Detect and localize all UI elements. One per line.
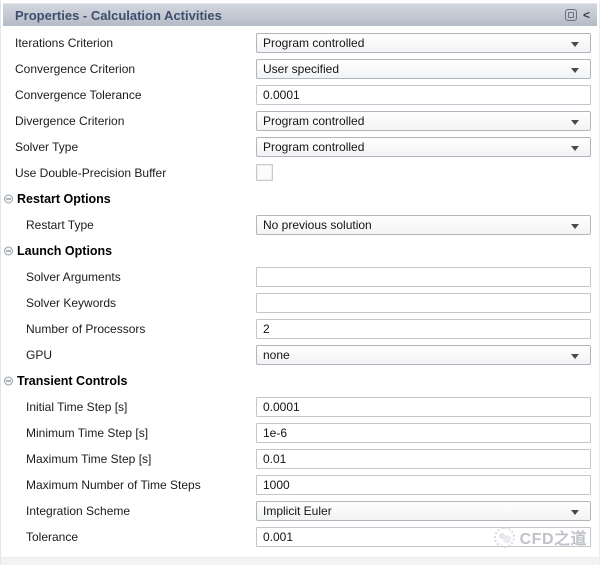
- dropdown-value: User specified: [263, 62, 339, 76]
- dropdown-value: Program controlled: [263, 114, 364, 128]
- property-label: Minimum Time Step [s]: [26, 426, 148, 440]
- properties-panel: Properties - Calculation Activities < It…: [0, 0, 600, 565]
- input-value: 1000: [263, 478, 290, 492]
- tolerance-input[interactable]: 0.001: [256, 527, 591, 547]
- property-row-initial-time-step-s: Initial Time Step [s] 0.0001: [1, 394, 599, 420]
- property-label: Tolerance: [26, 530, 78, 544]
- chevron-down-icon: [571, 146, 579, 151]
- dropdown-value: Program controlled: [263, 140, 364, 154]
- number-of-processors-input[interactable]: 2: [256, 319, 591, 339]
- dropdown-value: Program controlled: [263, 36, 364, 50]
- panel-titlebar: Properties - Calculation Activities <: [3, 3, 597, 26]
- property-row-convergence-criterion: Convergence Criterion User specified: [1, 56, 599, 82]
- property-label: Integration Scheme: [26, 504, 130, 518]
- section-header-transient-controls: Transient Controls: [1, 368, 599, 394]
- section-header-restart-options: Restart Options: [1, 186, 599, 212]
- divergence-criterion-dropdown[interactable]: Program controlled: [256, 111, 591, 131]
- property-row-restart-type: Restart Type No previous solution: [1, 212, 599, 238]
- convergence-tolerance-input[interactable]: 0.0001: [256, 85, 591, 105]
- gpu-dropdown[interactable]: none: [256, 345, 591, 365]
- section-title: Launch Options: [17, 244, 112, 258]
- property-row-minimum-time-step-s: Minimum Time Step [s] 1e-6: [1, 420, 599, 446]
- maximum-time-step-s-input[interactable]: 0.01: [256, 449, 591, 469]
- collapse-section-icon[interactable]: [4, 195, 13, 204]
- minimum-time-step-s-input[interactable]: 1e-6: [256, 423, 591, 443]
- titlebar-icons: <: [565, 9, 597, 21]
- collapse-section-icon[interactable]: [4, 377, 13, 386]
- solver-type-dropdown[interactable]: Program controlled: [256, 137, 591, 157]
- use-double-precision-buffer-checkbox[interactable]: [256, 164, 273, 181]
- property-row-convergence-tolerance: Convergence Tolerance 0.0001: [1, 82, 599, 108]
- restart-type-dropdown[interactable]: No previous solution: [256, 215, 591, 235]
- section-title: Transient Controls: [17, 374, 127, 388]
- panel-title: Properties - Calculation Activities: [3, 8, 222, 23]
- input-value: 0.01: [263, 452, 286, 466]
- chevron-down-icon: [571, 120, 579, 125]
- section-title: Restart Options: [17, 192, 111, 206]
- property-label: Solver Arguments: [26, 270, 121, 284]
- property-row-solver-keywords: Solver Keywords: [1, 290, 599, 316]
- property-row-integration-scheme: Integration Scheme Implicit Euler: [1, 498, 599, 524]
- property-label: Maximum Number of Time Steps: [26, 478, 201, 492]
- property-label: Restart Type: [26, 218, 94, 232]
- integration-scheme-dropdown[interactable]: Implicit Euler: [256, 501, 591, 521]
- collapse-panel-icon[interactable]: <: [583, 9, 590, 21]
- chevron-down-icon: [571, 68, 579, 73]
- dropdown-value: none: [263, 348, 290, 362]
- property-label: Initial Time Step [s]: [26, 400, 127, 414]
- property-label: Number of Processors: [26, 322, 145, 336]
- chevron-down-icon: [571, 42, 579, 47]
- convergence-criterion-dropdown[interactable]: User specified: [256, 59, 591, 79]
- chevron-down-icon: [571, 354, 579, 359]
- rows: Iterations Criterion Program controlled Co…: [1, 30, 599, 550]
- dropdown-value: No previous solution: [263, 218, 372, 232]
- input-value: 0.0001: [263, 400, 300, 414]
- input-value: 2: [263, 322, 270, 336]
- property-label: Divergence Criterion: [15, 114, 124, 128]
- solver-arguments-input[interactable]: [256, 267, 591, 287]
- iterations-criterion-dropdown[interactable]: Program controlled: [256, 33, 591, 53]
- property-label: Solver Type: [15, 140, 78, 154]
- dropdown-value: Implicit Euler: [263, 504, 332, 518]
- panel-bottom-edge: [1, 557, 599, 565]
- solver-keywords-input[interactable]: [256, 293, 591, 313]
- property-label: Convergence Criterion: [15, 62, 135, 76]
- chevron-down-icon: [571, 224, 579, 229]
- property-row-iterations-criterion: Iterations Criterion Program controlled: [1, 30, 599, 56]
- panel-options-icon[interactable]: [565, 9, 577, 21]
- property-row-divergence-criterion: Divergence Criterion Program controlled: [1, 108, 599, 134]
- property-row-solver-arguments: Solver Arguments: [1, 264, 599, 290]
- chevron-down-icon: [571, 510, 579, 515]
- input-value: 1e-6: [263, 426, 287, 440]
- property-row-solver-type: Solver Type Program controlled: [1, 134, 599, 160]
- property-row-maximum-number-of-time-steps: Maximum Number of Time Steps 1000: [1, 472, 599, 498]
- property-label: Use Double-Precision Buffer: [15, 166, 166, 180]
- property-label: Convergence Tolerance: [15, 88, 142, 102]
- property-row-number-of-processors: Number of Processors 2: [1, 316, 599, 342]
- initial-time-step-s-input[interactable]: 0.0001: [256, 397, 591, 417]
- property-label: Iterations Criterion: [15, 36, 113, 50]
- property-label: Maximum Time Step [s]: [26, 452, 151, 466]
- property-row-gpu: GPU none: [1, 342, 599, 368]
- maximum-number-of-time-steps-input[interactable]: 1000: [256, 475, 591, 495]
- property-row-tolerance: Tolerance 0.001: [1, 524, 599, 550]
- input-value: 0.001: [263, 530, 293, 544]
- property-label: Solver Keywords: [26, 296, 116, 310]
- input-value: 0.0001: [263, 88, 300, 102]
- section-header-launch-options: Launch Options: [1, 238, 599, 264]
- property-row-use-double-precision-buffer: Use Double-Precision Buffer: [1, 160, 599, 186]
- property-label: GPU: [26, 348, 52, 362]
- property-row-maximum-time-step-s: Maximum Time Step [s] 0.01: [1, 446, 599, 472]
- collapse-section-icon[interactable]: [4, 247, 13, 256]
